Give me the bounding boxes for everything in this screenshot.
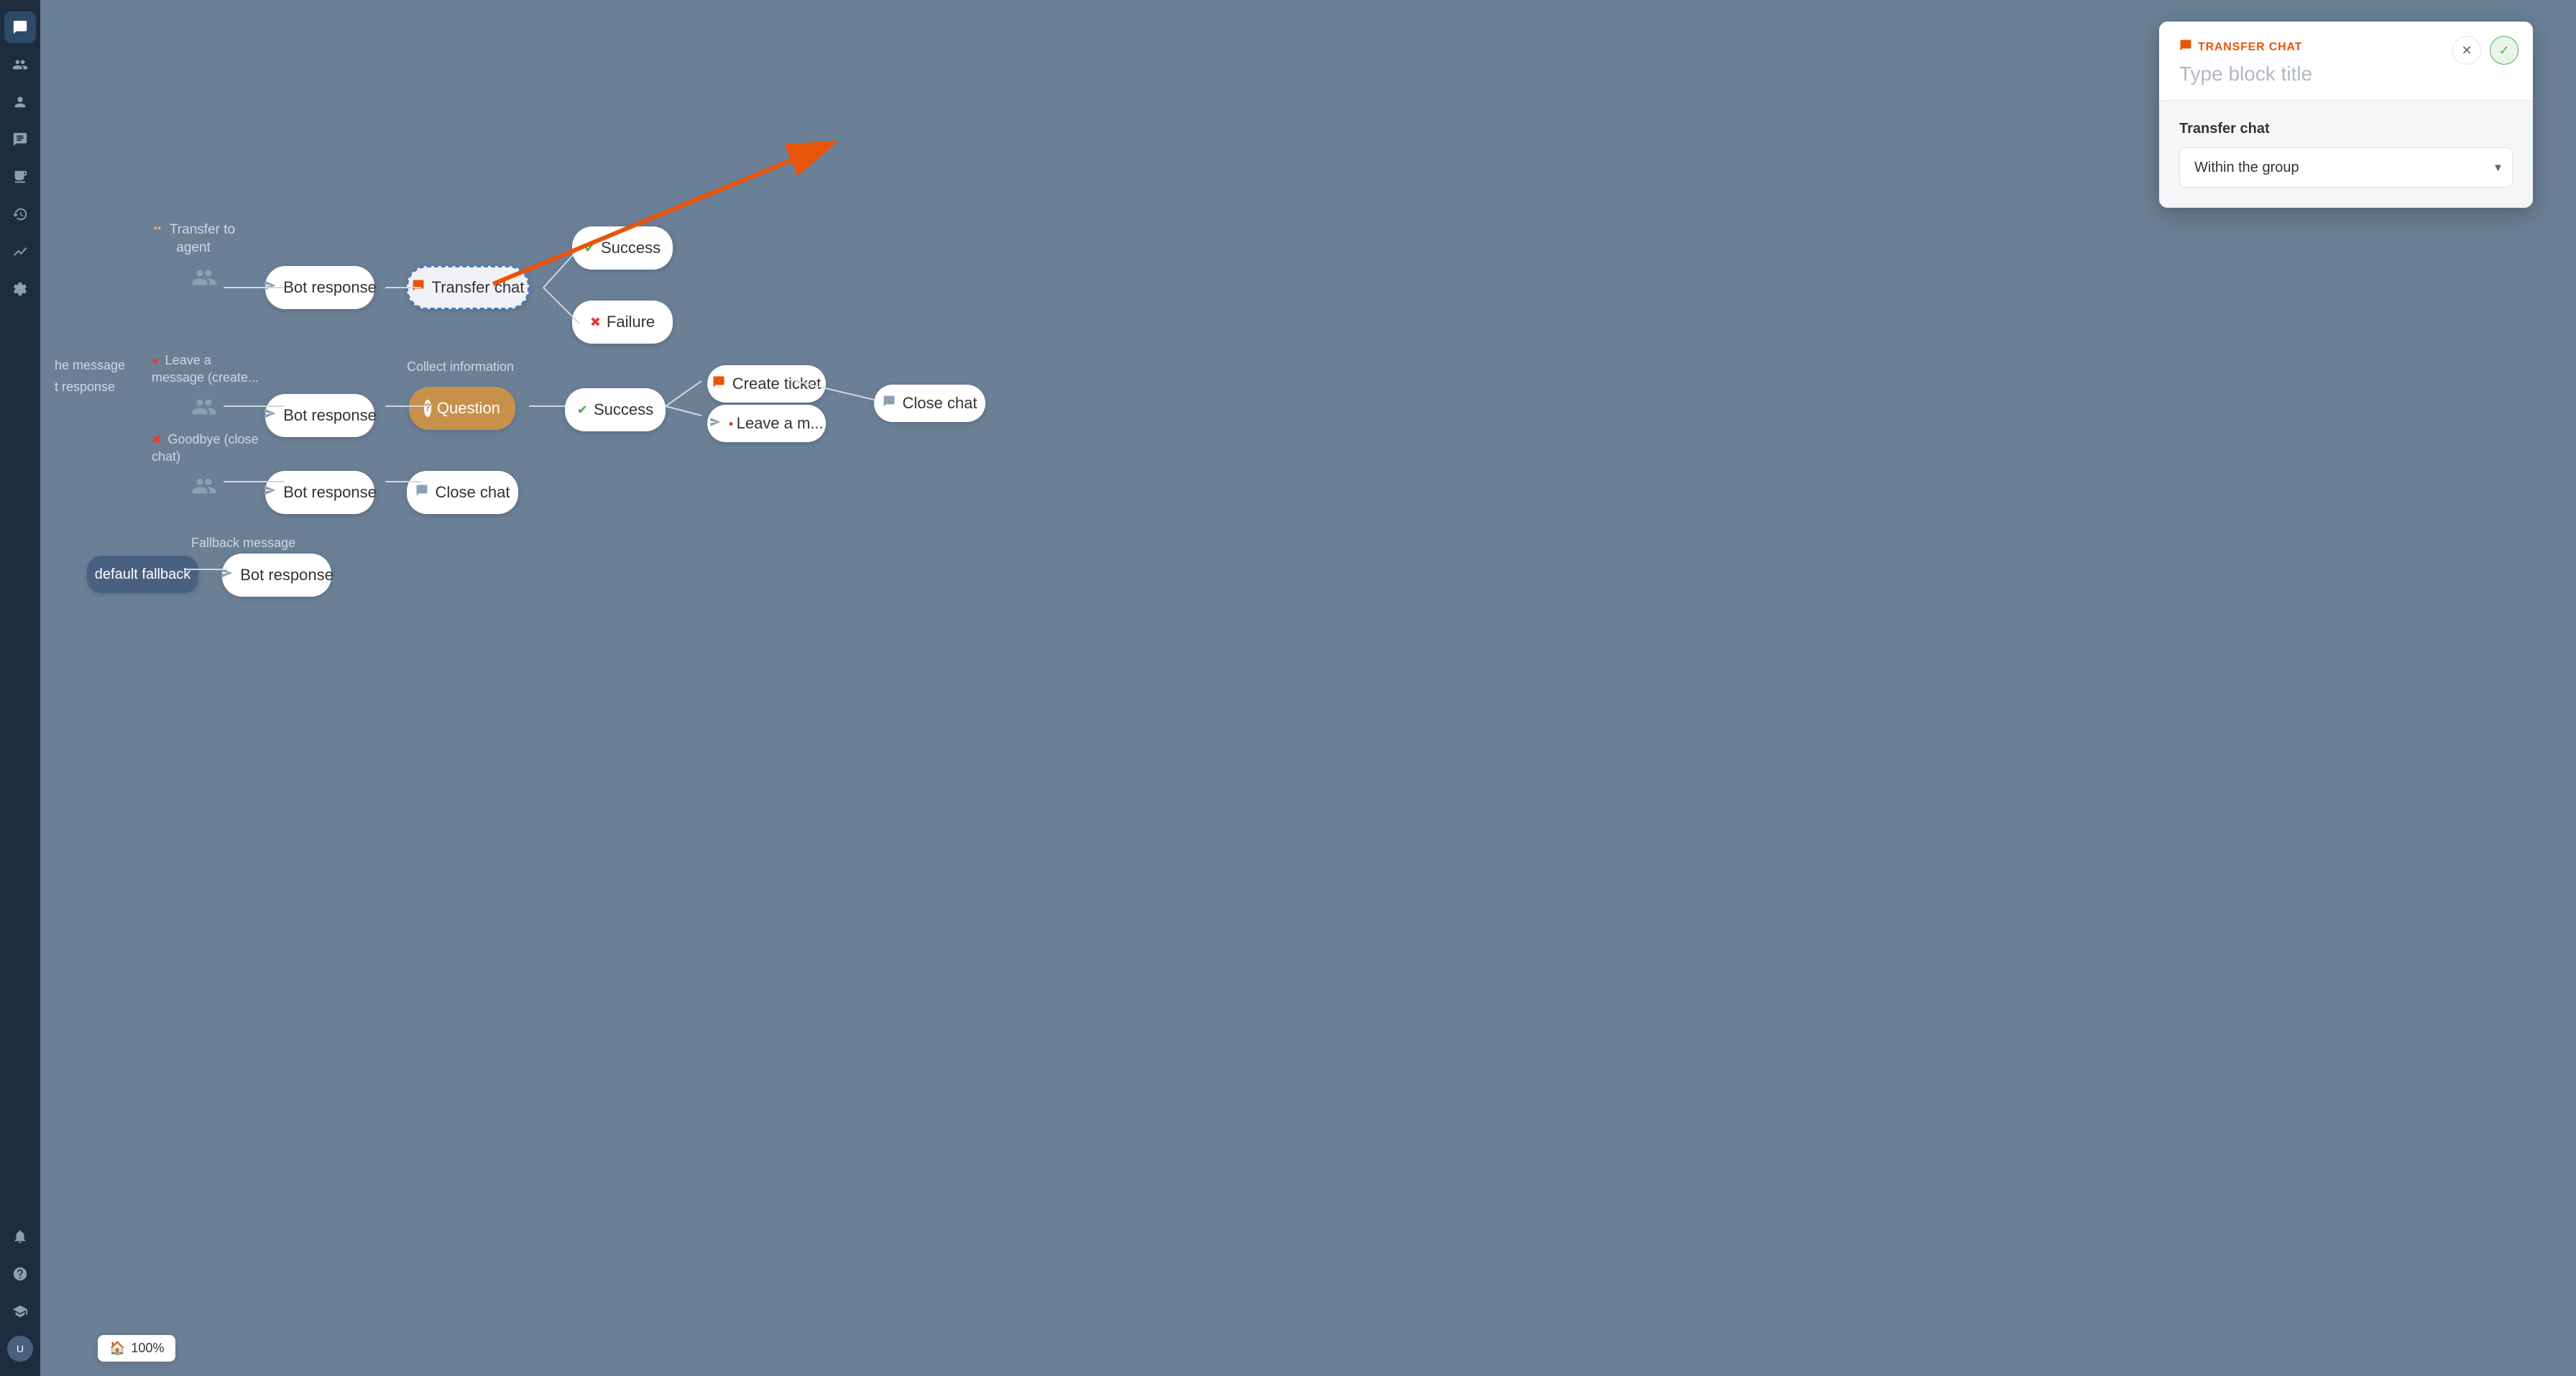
sidebar-item-notifications[interactable] (4, 1221, 36, 1252)
bot-response-3-node[interactable]: Bot response (265, 471, 374, 514)
panel-header: TRANSFER CHAT Type block title ✕ ✓ (2159, 22, 2533, 100)
close-chat-1-label: Close chat (903, 394, 978, 413)
paper-plane-icon-2 (263, 407, 276, 424)
panel-type-text: TRANSFER CHAT (2198, 41, 2302, 54)
person-node-1 (191, 265, 217, 294)
create-ticket-node[interactable]: Create ticket (707, 365, 826, 403)
failure-x-icon: ✖ (590, 315, 601, 330)
question-mark-icon: ? (424, 400, 431, 417)
bottom-bar: 🏠 100% (98, 1335, 175, 1362)
collect-info-label: Collect information (407, 359, 514, 375)
leave-am-dot: ● (728, 418, 733, 428)
success-check-icon: ✔ (584, 241, 595, 256)
sidebar-item-help[interactable] (4, 1258, 36, 1290)
bot-response-1-node[interactable]: Bot response (265, 266, 374, 309)
sidebar-item-team[interactable] (4, 49, 36, 81)
bot-response-2-node[interactable]: Bot response (265, 394, 374, 437)
panel-close-button[interactable]: ✕ (2452, 36, 2481, 65)
create-ticket-icon (712, 375, 725, 393)
sidebar-item-analytics[interactable] (4, 236, 36, 267)
sidebar-item-academy[interactable] (4, 1295, 36, 1327)
bot-response-2-label: Bot response (283, 406, 377, 425)
default-fallback-label: default fallback (95, 567, 190, 583)
leave-message-label: ● Leave amessage (create... (152, 352, 259, 386)
panel-actions: ✕ ✓ (2452, 36, 2518, 65)
success-check-icon-2: ✔ (577, 403, 588, 418)
close-chat-1-node[interactable]: Close chat (874, 385, 985, 422)
close-chat-2-icon (415, 484, 428, 501)
bot-response-1-label: Bot response (283, 278, 377, 297)
paper-plane-icon-4 (220, 567, 233, 584)
sidebar-item-history[interactable] (4, 198, 36, 230)
leave-am-node[interactable]: ● Leave a m... (707, 405, 826, 442)
t-response-label: t response (55, 380, 115, 395)
failure-1-node[interactable]: ✖ Failure (572, 301, 673, 344)
dropdown-selected-value: Within the group (2194, 160, 2299, 176)
transfer-chat-dropdown[interactable]: Within the group (2179, 147, 2513, 188)
paper-plane-icon (263, 279, 276, 296)
sidebar-item-contacts[interactable] (4, 86, 36, 118)
sidebar: U (0, 0, 40, 1376)
transfer-chat-field-label: Transfer chat (2179, 121, 2513, 137)
zoom-level: 100% (131, 1341, 164, 1356)
goodbye-label: ✖ Goodbye (closechat) (152, 431, 258, 465)
success-2-label: Success (594, 400, 653, 419)
transfer-chat-icon (412, 279, 425, 296)
question-node[interactable]: ? Question (409, 387, 515, 430)
leave-am-paper-plane-icon (709, 416, 721, 432)
he-message-label: he message (55, 358, 125, 373)
question-label: Question (437, 399, 500, 418)
zoom-control[interactable]: 🏠 100% (98, 1335, 175, 1362)
transfer-chat-panel: TRANSFER CHAT Type block title ✕ ✓ Trans… (2159, 22, 2533, 208)
sidebar-item-chat[interactable] (4, 12, 36, 43)
default-fallback-node[interactable]: default fallback (87, 556, 198, 593)
close-chat-1-icon (883, 395, 896, 412)
home-icon[interactable]: 🏠 (109, 1341, 125, 1356)
transfer-chat-select-wrapper: Within the group ▾ (2179, 147, 2513, 188)
sidebar-item-integrations[interactable] (4, 273, 36, 305)
sidebar-item-data[interactable] (4, 161, 36, 193)
close-chat-2-node[interactable]: Close chat (407, 471, 518, 514)
success-1-node[interactable]: ✔ Success (572, 226, 673, 270)
leave-am-label: Leave a m... (737, 414, 824, 433)
success-1-label: Success (601, 239, 661, 257)
panel-type-icon (2179, 39, 2192, 55)
bot-response-3-label: Bot response (283, 483, 377, 502)
transfer-to-agent-label: Transfer toagent (152, 221, 235, 257)
panel-title[interactable]: Type block title (2179, 63, 2513, 86)
success-2-node[interactable]: ✔ Success (565, 388, 666, 431)
close-chat-2-label: Close chat (436, 483, 510, 502)
panel-confirm-button[interactable]: ✓ (2490, 36, 2518, 65)
paper-plane-icon-3 (263, 484, 276, 501)
panel-body: Transfer chat Within the group ▾ (2159, 100, 2533, 208)
user-avatar[interactable]: U (7, 1336, 33, 1362)
leave-message-dot: ● (152, 355, 159, 367)
transfer-chat-node[interactable]: Transfer chat (407, 266, 529, 309)
bot-response-4-node[interactable]: Bot response (222, 554, 331, 597)
create-ticket-label: Create ticket (732, 375, 822, 393)
failure-1-label: Failure (607, 313, 655, 331)
sidebar-item-messages[interactable] (4, 124, 36, 155)
person-node-3 (191, 473, 217, 503)
person-node-2 (191, 394, 217, 423)
goodbye-x-icon: ✖ (152, 434, 161, 446)
transfer-chat-label: Transfer chat (432, 278, 525, 297)
bot-response-4-label: Bot response (240, 566, 334, 584)
fallback-label: Fallback message (191, 536, 295, 551)
